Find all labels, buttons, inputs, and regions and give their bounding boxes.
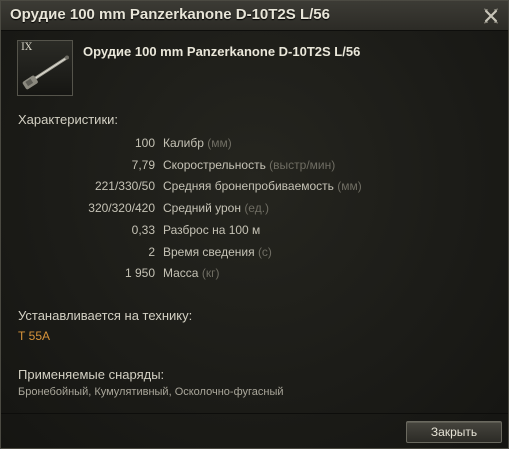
stat-row: 2 Время сведения (с) — [1, 245, 508, 263]
stat-label: Скорострельность (выстр/мин) — [163, 158, 336, 172]
shells-heading: Применяемые снаряды: — [18, 367, 165, 382]
stat-label: Масса (кг) — [163, 266, 220, 280]
title-bar[interactable]: Орудие 100 mm Panzerkanone D-10T2S L/56 — [1, 1, 508, 31]
stat-value: 1 950 — [124, 266, 155, 280]
vehicle-list: Т 55А — [18, 329, 51, 343]
stat-value: 7,79 — [131, 158, 155, 172]
module-name: Орудие 100 mm Panzerkanone D-10T2S L/56 — [83, 44, 361, 59]
stat-label: Средняя бронепробиваемость (мм) — [163, 179, 362, 193]
stat-label: Разброс на 100 м — [163, 223, 261, 237]
characteristics-heading: Характеристики: — [18, 112, 119, 127]
stat-unit: (выстр/мин) — [269, 158, 336, 172]
footer-divider — [1, 413, 508, 414]
module-info-window: Орудие 100 mm Panzerkanone D-10T2S L/56 … — [0, 0, 509, 449]
shells-list: Бронебойный, Кумулятивный, Осколочно-фуг… — [18, 386, 284, 398]
stat-value: 221/330/50 — [94, 179, 155, 193]
close-x-icon[interactable] — [482, 7, 500, 25]
stat-unit: (с) — [257, 245, 272, 259]
stat-value: 0,33 — [131, 223, 155, 237]
module-thumbnail: IX — [17, 40, 73, 96]
stat-unit: (мм) — [337, 179, 362, 193]
stat-row: 100 Калибр (мм) — [1, 136, 508, 154]
stat-value: 100 — [134, 136, 155, 150]
stat-unit: (мм) — [207, 136, 232, 150]
stat-label: Средний урон (ед.) — [163, 201, 270, 215]
stat-row: 221/330/50 Средняя бронепробиваемость (м… — [1, 179, 508, 197]
stat-row: 0,33 Разброс на 100 м — [1, 223, 508, 241]
installed-on-heading: Устанавливается на технику: — [18, 308, 193, 323]
stat-row: 320/320/420 Средний урон (ед.) — [1, 201, 508, 219]
stat-unit: (кг) — [201, 266, 220, 280]
stat-row: 1 950 Масса (кг) — [1, 266, 508, 284]
gun-icon — [22, 55, 69, 90]
close-button[interactable]: Закрыть — [406, 421, 502, 443]
stat-label: Калибр (мм) — [163, 136, 232, 150]
stat-row: 7,79 Скорострельность (выстр/мин) — [1, 158, 508, 176]
stat-unit: (ед.) — [244, 201, 270, 215]
stat-label: Время сведения (с) — [163, 245, 272, 259]
stat-value: 320/320/420 — [88, 201, 155, 215]
stat-value: 2 — [148, 245, 155, 259]
window-title: Орудие 100 mm Panzerkanone D-10T2S L/56 — [10, 6, 330, 23]
